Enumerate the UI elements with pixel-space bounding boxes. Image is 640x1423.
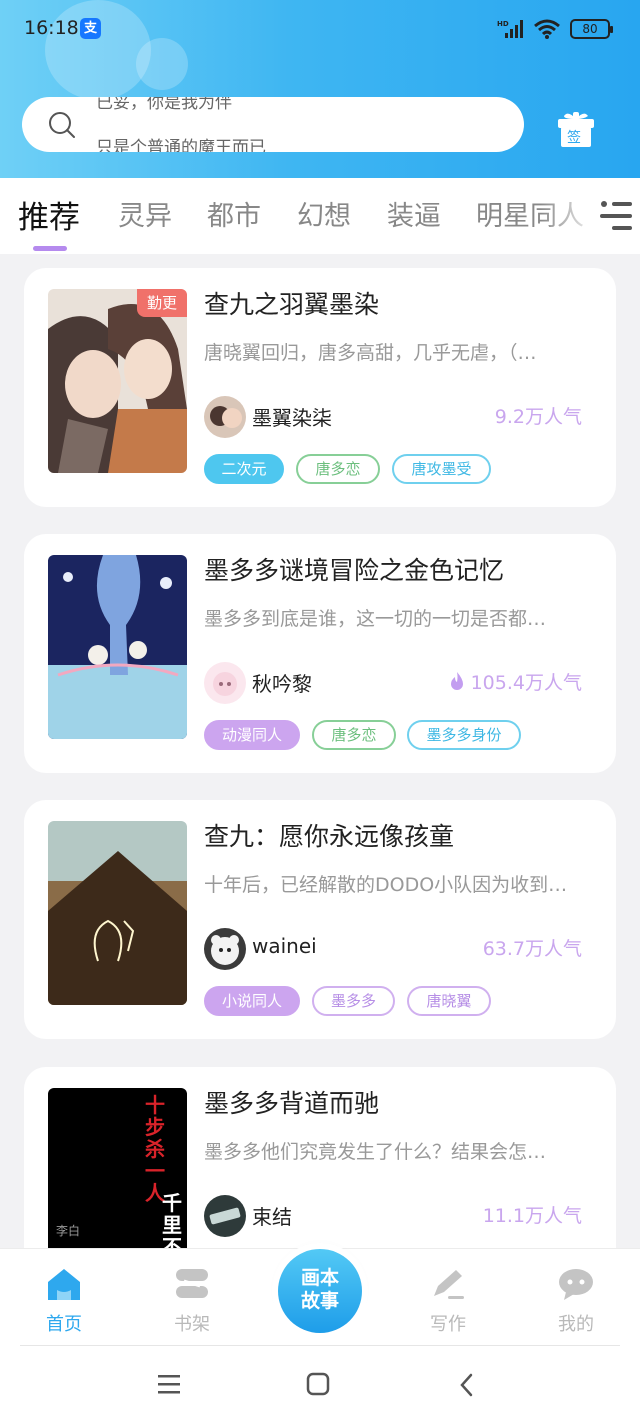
nav-me[interactable]: 我的 xyxy=(536,1266,616,1344)
alipay-notification-icon: 支 xyxy=(80,18,101,39)
author-name[interactable]: wainei xyxy=(252,934,317,958)
active-tab-indicator xyxy=(33,246,67,251)
flame-hot-icon xyxy=(450,672,463,690)
story-description: 墨多多到底是谁，这一切的一切是否都… xyxy=(204,608,547,630)
wifi-icon xyxy=(534,19,560,39)
popularity-value: 105.4万人气 xyxy=(470,672,582,694)
cover-illustration xyxy=(48,821,187,1005)
battery-icon: 80 xyxy=(570,19,613,39)
nav-bookshelf[interactable]: 书架 xyxy=(152,1266,232,1344)
home-square-icon[interactable] xyxy=(305,1372,333,1398)
story-cover[interactable]: 十步杀一人 千里不留 李白 xyxy=(48,1088,187,1272)
category-tabs: 推荐 灵异 都市 幻想 装逼 明星同人 xyxy=(0,178,640,254)
sign-in-gift-button[interactable]: 签 xyxy=(556,110,596,148)
author-name[interactable]: 墨翼染柒 xyxy=(252,402,332,431)
story-cover[interactable]: 勤更 xyxy=(48,289,187,473)
draw-story-label-line2: 故事 xyxy=(300,1290,339,1312)
author-avatar[interactable] xyxy=(204,928,246,970)
tag-chip[interactable]: 墨多多 xyxy=(312,986,395,1016)
story-card[interactable]: 墨多多谜境冒险之金色记忆 墨多多到底是谁，这一切的一切是否都… 秋吟黎 105.… xyxy=(24,534,616,773)
nav-label-bookshelf: 书架 xyxy=(174,1314,210,1335)
popularity-count: 11.1万人气 xyxy=(482,1205,582,1227)
tab-fantasy[interactable]: 幻想 xyxy=(297,194,351,233)
search-hint-scroll-previous: 已妥，你是我为伴 xyxy=(96,97,232,113)
tag-chip[interactable]: 唐攻墨受 xyxy=(392,454,491,484)
status-bar: 16:18 支 HD 80 xyxy=(0,0,640,56)
author-name[interactable]: 秋吟黎 xyxy=(252,668,312,697)
draw-story-label-line1: 画本 xyxy=(300,1267,339,1289)
nav-label-home: 首页 xyxy=(46,1314,82,1335)
nav-write[interactable]: 写作 xyxy=(408,1266,488,1344)
status-time: 16:18 xyxy=(24,17,79,39)
story-cover[interactable] xyxy=(48,821,187,1005)
tab-showoff[interactable]: 装逼 xyxy=(387,194,441,233)
back-chevron-icon[interactable] xyxy=(455,1372,483,1398)
frequent-update-badge: 勤更 xyxy=(137,289,187,317)
category-menu-icon[interactable] xyxy=(598,200,634,232)
system-bar-divider xyxy=(20,1345,620,1346)
tag-chip[interactable]: 墨多多身份 xyxy=(407,720,521,750)
popularity-count: 9.2万人气 xyxy=(494,406,582,428)
tab-urban[interactable]: 都市 xyxy=(207,194,261,233)
tab-supernatural[interactable]: 灵异 xyxy=(118,194,172,233)
tag-chip[interactable]: 唐多恋 xyxy=(312,720,396,750)
cover-author-mark: 李白 xyxy=(56,1224,81,1238)
tag-chip[interactable]: 二次元 xyxy=(204,454,284,484)
story-title[interactable]: 查九之羽翼墨染 xyxy=(204,285,379,321)
author-avatar[interactable] xyxy=(204,662,246,704)
gift-sign-label: 签 xyxy=(567,130,581,146)
header: 16:18 支 HD 80 已妥，你是我为伴 只是个普通的魔王而已 签 xyxy=(0,0,640,178)
recent-apps-icon[interactable] xyxy=(156,1372,184,1398)
story-title[interactable]: 墨多多背道而驰 xyxy=(204,1084,379,1120)
tab-recommend[interactable]: 推荐 xyxy=(18,192,80,237)
chat-bubble-me-icon xyxy=(559,1269,593,1300)
svg-text:HD: HD xyxy=(497,20,509,28)
draw-story-button[interactable]: 画本 故事 xyxy=(278,1249,362,1333)
story-card[interactable]: 勤更 查九之羽翼墨染 唐晓翼回归，唐多高甜，几乎无虐，（… 墨翼染柒 9.2万人… xyxy=(24,268,616,507)
cover-title-red: 十步杀一人 xyxy=(145,1093,165,1205)
search-icon xyxy=(49,112,75,138)
story-description: 墨多多他们究竟发生了什么？结果会怎… xyxy=(204,1141,547,1163)
story-title[interactable]: 墨多多谜境冒险之金色记忆 xyxy=(204,551,504,587)
author-name[interactable]: 束结 xyxy=(252,1201,292,1230)
story-description: 唐晓翼回归，唐多高甜，几乎无虐，（… xyxy=(204,342,537,364)
popularity-count: 63.7万人气 xyxy=(482,938,582,960)
story-cover[interactable] xyxy=(48,555,187,739)
story-title[interactable]: 查九：愿你永远像孩童 xyxy=(204,817,454,853)
tag-chip[interactable]: 唐晓翼 xyxy=(407,986,491,1016)
story-description: 十年后，已经解散的DODO小队因为收到… xyxy=(204,874,568,896)
tag-chip[interactable]: 唐多恋 xyxy=(296,454,380,484)
author-avatar[interactable] xyxy=(204,1195,246,1237)
cover-illustration xyxy=(48,555,187,739)
tag-chip[interactable]: 小说同人 xyxy=(204,986,300,1016)
hd-signal-icon: HD xyxy=(497,20,523,38)
tab-fade xyxy=(540,178,600,248)
home-icon xyxy=(48,1269,80,1300)
nav-label-write: 写作 xyxy=(430,1314,466,1335)
story-card[interactable]: 查九：愿你永远像孩童 十年后，已经解散的DODO小队因为收到… wainei 6… xyxy=(24,800,616,1039)
nav-label-me: 我的 xyxy=(558,1314,594,1335)
nav-home[interactable]: 首页 xyxy=(24,1266,104,1344)
search-hint-scroll-next: 只是个普通的魔王而已 xyxy=(96,138,266,152)
author-avatar[interactable] xyxy=(204,396,246,438)
search-bar[interactable]: 已妥，你是我为伴 只是个普通的魔王而已 xyxy=(22,97,524,152)
tag-chip[interactable]: 动漫同人 xyxy=(204,720,300,750)
pencil-write-icon xyxy=(434,1270,464,1299)
bookshelf-icon xyxy=(176,1269,208,1298)
popularity-count: 105.4万人气 xyxy=(449,668,582,695)
